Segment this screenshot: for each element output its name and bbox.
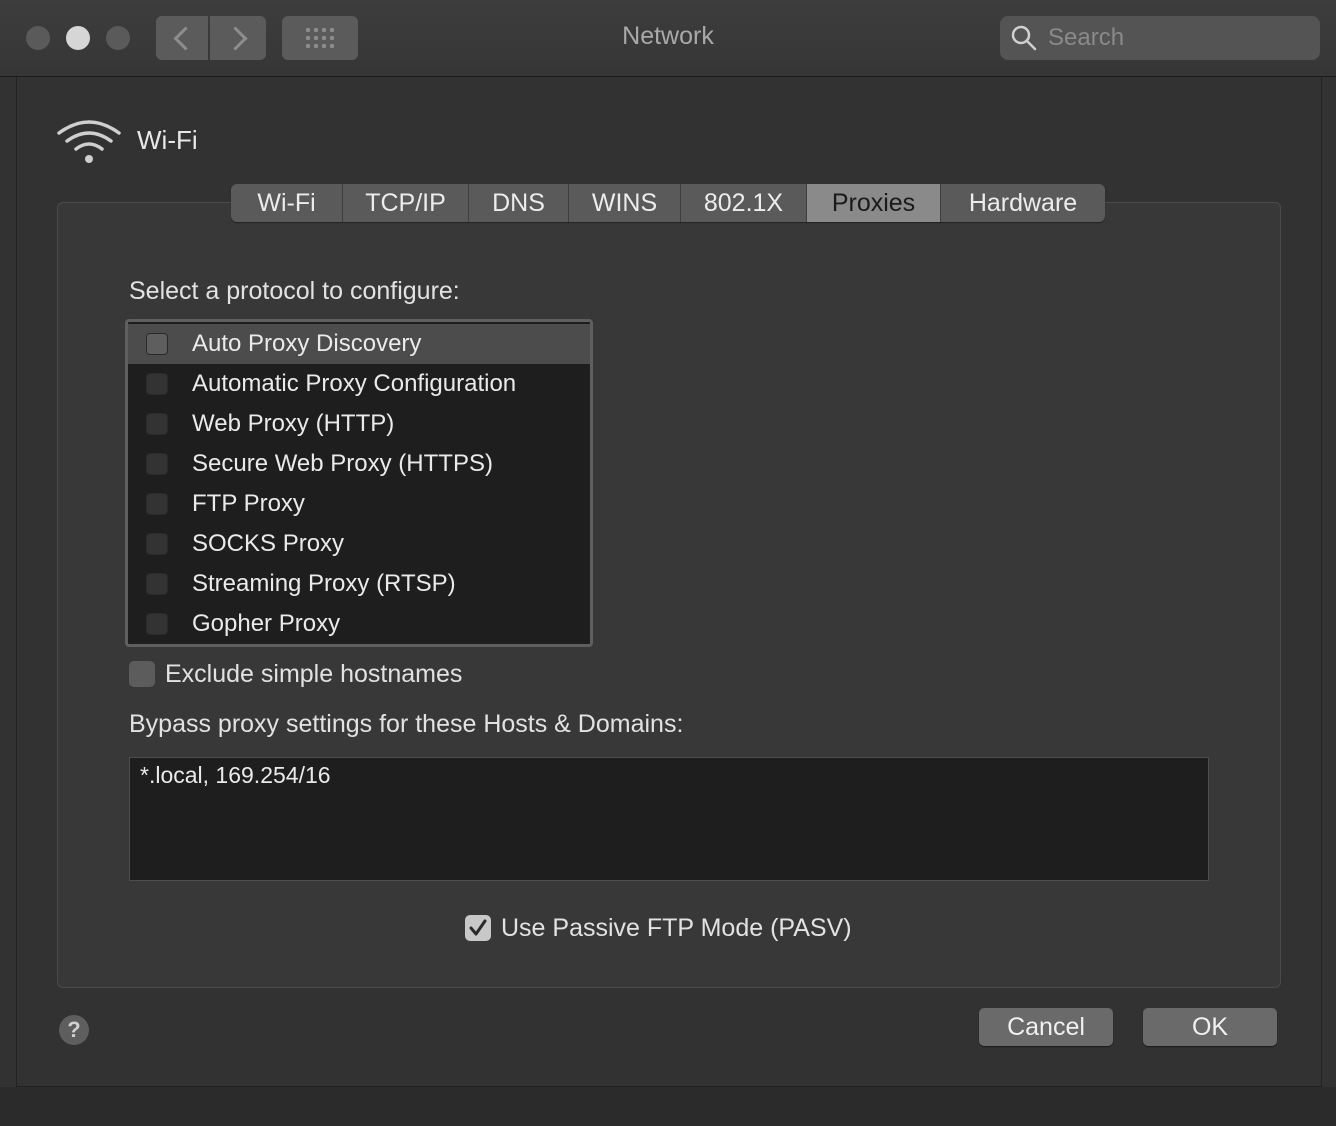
protocol-checkbox[interactable] [146,533,168,555]
tab-wins[interactable]: WINS [569,184,681,222]
content-area: Wi-Fi Wi-Fi TCP/IP DNS WINS 802.1X Proxi… [16,77,1322,1087]
protocol-item-web-proxy-http[interactable]: Web Proxy (HTTP) [128,404,590,444]
tab-tcpip[interactable]: TCP/IP [343,184,469,222]
bypass-label: Bypass proxy settings for these Hosts & … [129,710,684,738]
protocol-label: Streaming Proxy (RTSP) [192,570,456,597]
tab-hardware[interactable]: Hardware [941,184,1105,222]
network-preferences-window: Network Wi-Fi Wi-Fi TCP/IP DNS WINS 802.… [0,0,1336,1126]
protocol-item-auto-proxy-discovery[interactable]: Auto Proxy Discovery [128,324,590,364]
wifi-icon [57,120,121,163]
protocol-label: Gopher Proxy [192,610,341,637]
title-bar: Network [0,0,1336,77]
exclude-simple-hostnames-label: Exclude simple hostnames [165,660,463,688]
protocol-item-streaming-proxy-rtsp[interactable]: Streaming Proxy (RTSP) [128,564,590,604]
protocol-checkbox[interactable] [146,373,168,395]
protocol-label: SOCKS Proxy [192,530,345,557]
protocol-label: Web Proxy (HTTP) [192,410,395,437]
tab-proxies[interactable]: Proxies [807,184,941,222]
protocol-checkbox[interactable] [146,613,168,635]
protocol-label: Auto Proxy Discovery [192,330,422,357]
protocol-item-gopher-proxy[interactable]: Gopher Proxy [128,604,590,644]
window-bottom-edge [0,1087,1336,1126]
bypass-hosts-field[interactable]: *.local, 169.254/16 [129,757,1209,881]
protocol-label: Automatic Proxy Configuration [192,370,517,397]
checkmark-icon [469,919,487,936]
tab-8021x[interactable]: 802.1X [681,184,807,222]
protocol-item-ftp-proxy[interactable]: FTP Proxy [128,484,590,524]
protocol-item-automatic-proxy-configuration[interactable]: Automatic Proxy Configuration [128,364,590,404]
search-field[interactable] [1000,16,1320,60]
passive-ftp-label: Use Passive FTP Mode (PASV) [501,914,852,942]
protocol-checkbox[interactable] [146,333,168,355]
protocol-checkbox[interactable] [146,413,168,435]
select-protocol-label: Select a protocol to configure: [129,277,460,305]
help-button[interactable]: ? [59,1015,89,1045]
service-name: Wi-Fi [137,125,198,155]
exclude-simple-hostnames-checkbox[interactable] [129,661,155,687]
search-input[interactable] [1046,23,1300,53]
ok-button[interactable]: OK [1143,1008,1277,1046]
tab-dns[interactable]: DNS [469,184,569,222]
protocol-checkbox[interactable] [146,493,168,515]
passive-ftp-checkbox[interactable] [465,915,491,941]
search-icon [1011,25,1037,51]
protocol-label: Secure Web Proxy (HTTPS) [192,450,493,477]
protocol-label: FTP Proxy [192,490,305,517]
cancel-button[interactable]: Cancel [979,1008,1113,1046]
protocol-checkbox[interactable] [146,573,168,595]
tab-wifi[interactable]: Wi-Fi [231,184,343,222]
tab-bar: Wi-Fi TCP/IP DNS WINS 802.1X Proxies Har… [231,184,1105,222]
protocol-item-secure-web-proxy-https[interactable]: Secure Web Proxy (HTTPS) [128,444,590,484]
protocol-item-socks-proxy[interactable]: SOCKS Proxy [128,524,590,564]
protocol-checkbox[interactable] [146,453,168,475]
protocol-list[interactable]: Auto Proxy Discovery Automatic Proxy Con… [125,319,593,647]
